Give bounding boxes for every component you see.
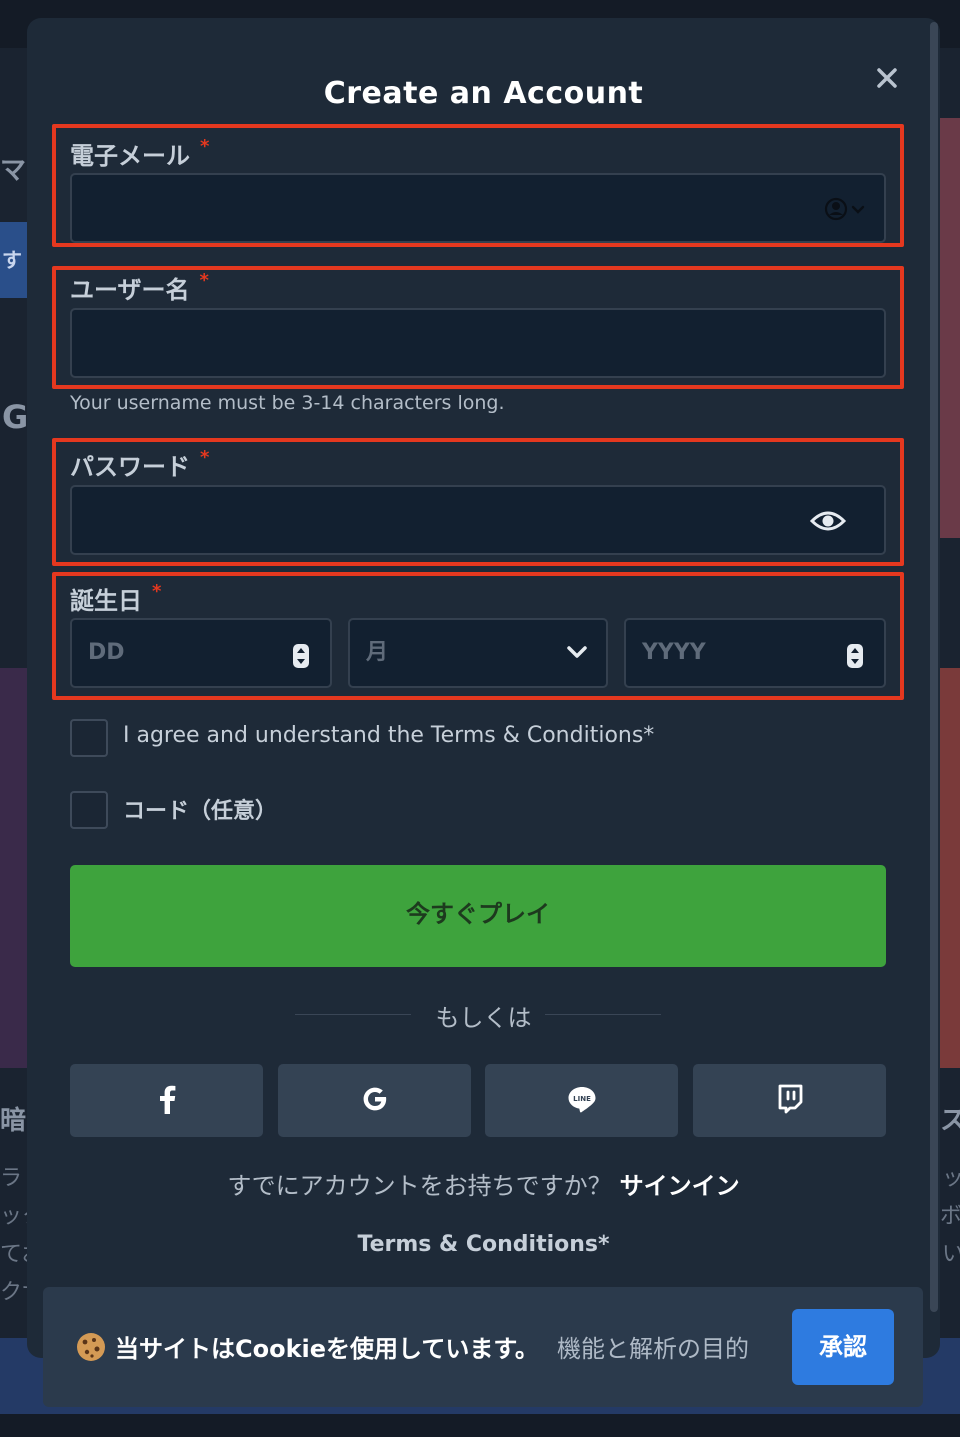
facebook-login-button[interactable] [70,1064,263,1137]
background-fragment: す [2,248,22,272]
code-checkbox-label[interactable]: コード（任意） [123,793,277,825]
close-icon[interactable] [871,62,903,94]
email-input[interactable] [72,175,884,241]
username-field[interactable] [70,308,886,378]
line-login-button[interactable]: LINE [485,1064,678,1137]
birthday-year-placeholder: YYYY [642,640,706,665]
username-label: ユーザー名 * [70,270,209,304]
eye-icon[interactable] [809,509,847,537]
google-icon [360,1084,390,1118]
birthday-day-input[interactable]: DD [70,618,332,688]
password-input[interactable] [72,487,884,553]
background-art-left [0,668,27,1068]
chevron-down-icon [566,644,588,664]
username-hint: Your username must be 3-14 characters lo… [70,392,505,414]
background-fragment: い [942,1242,960,1267]
password-field[interactable] [70,485,886,555]
modal-scrollbar[interactable] [930,22,938,1312]
svg-text:LINE: LINE [573,1095,591,1103]
modal-title: Create an Account [323,76,644,111]
background-fragment: ッ [942,1166,960,1191]
code-checkbox[interactable] [70,791,108,829]
background-art-right-top [940,118,960,538]
divider-text: もしくは [435,1004,532,1032]
signin-link[interactable]: サインイン [620,1172,740,1200]
username-input[interactable] [72,310,884,376]
background-fragment: G [2,398,29,436]
number-spinner-icon[interactable] [846,643,864,673]
twitch-login-button[interactable] [693,1064,886,1137]
cookie-policy-link[interactable]: 機能と解析の目的 [557,1329,749,1364]
password-label: パスワード * [70,447,210,481]
background-fragment: ラ [0,1166,23,1191]
signin-prompt: すでにアカウントをお持ちですか？ [227,1172,612,1200]
create-account-modal: Create an Account 電子メール * ユーザー名 * Your use… [27,18,940,1358]
cookie-banner: 当サイトはCookieを使用しています。 機能と解析の目的 承認 [43,1287,923,1407]
birthday-year-input[interactable]: YYYY [624,618,886,688]
divider-line-right [545,1014,661,1015]
background-fragment: 暗 [0,1106,27,1136]
cookie-accept-button[interactable]: 承認 [792,1309,894,1385]
twitch-icon [777,1084,803,1118]
birthday-month-placeholder: 月 [366,640,389,665]
background-art-right-bottom [940,668,960,1068]
birthday-month-select[interactable]: 月 [348,618,608,688]
number-spinner-icon[interactable] [292,643,310,673]
play-now-button[interactable]: 今すぐプレイ [70,865,886,967]
email-field[interactable] [70,173,886,243]
line-icon: LINE [567,1085,597,1117]
birthday-day-placeholder: DD [88,640,125,665]
facebook-icon [158,1084,176,1118]
google-login-button[interactable] [278,1064,471,1137]
cookie-message: 当サイトはCookieを使用しています。 [115,1335,539,1363]
background-fragment: ス [940,1106,960,1136]
terms-checkbox-label[interactable]: I agree and understand the Terms & Condi… [123,723,654,748]
terms-checkbox[interactable] [70,719,108,757]
background-fragment: ボ [940,1204,960,1229]
cookie-icon [75,1331,107,1367]
contact-dropdown-icon[interactable] [824,197,868,225]
birthday-label: 誕生日 * [70,581,162,615]
signin-row: すでにアカウントをお持ちですか？ サインイン [27,1166,940,1201]
email-label: 電子メール * [70,136,210,170]
terms-link[interactable]: Terms & Conditions* [27,1232,940,1257]
